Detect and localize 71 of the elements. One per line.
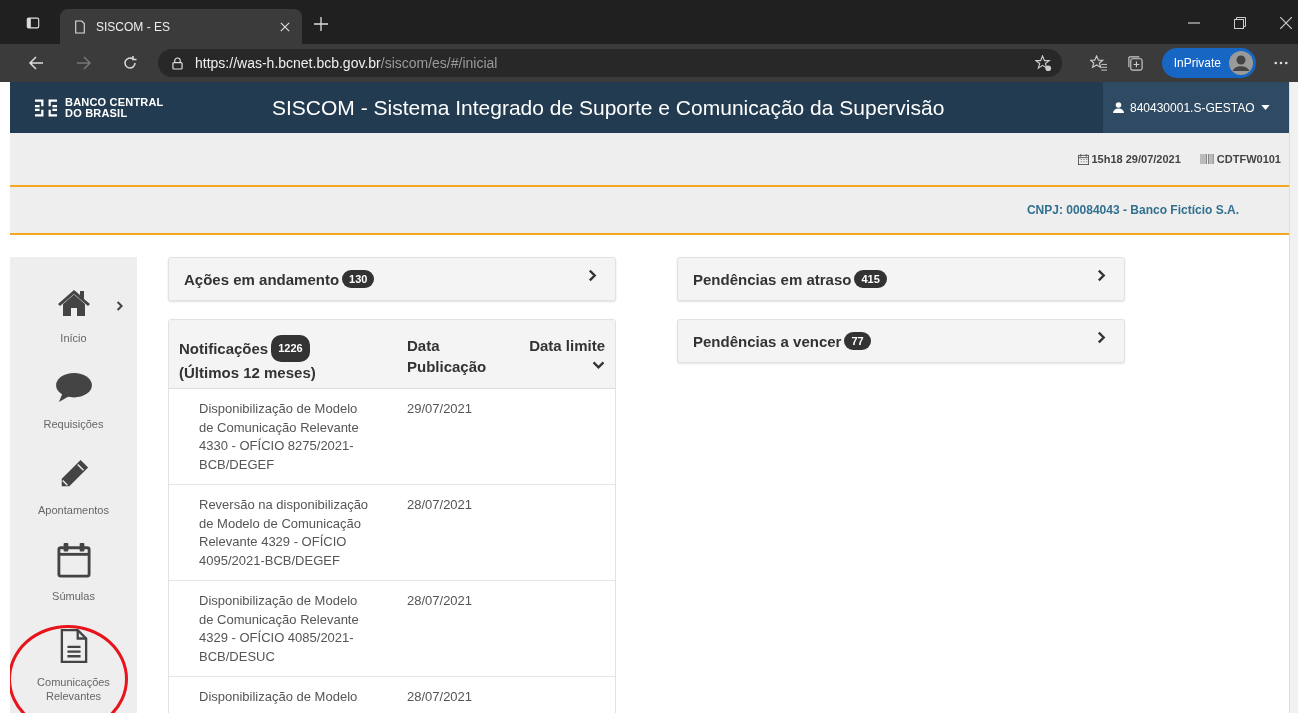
notification-row[interactable]: Disponibilização de Modelo de Comunicação Relevante 4330 - OFÍCIO 8275/2021-BCB/DEGEF 29/07/2021 xyxy=(169,389,615,485)
sidebar-item[interactable]: Súmulas xyxy=(10,541,137,627)
favorites-icon[interactable] xyxy=(1089,54,1107,72)
chevron-right-icon xyxy=(588,268,597,282)
chevron-right-icon xyxy=(1097,330,1106,344)
new-tab-icon[interactable] xyxy=(314,16,328,31)
refresh-icon[interactable] xyxy=(122,55,138,71)
panel-title: Ações em andamento xyxy=(184,270,340,288)
tab-actions-icon[interactable] xyxy=(26,15,40,30)
barcode-icon xyxy=(1199,154,1214,164)
notifications-title: Notificações xyxy=(179,339,269,359)
restore-icon[interactable] xyxy=(1234,16,1246,29)
publication-date: 29/07/2021 xyxy=(407,400,473,418)
notification-row[interactable]: Disponibilização de Modelo 28/07/2021 xyxy=(169,677,615,713)
document-icon xyxy=(59,628,88,664)
publication-date: 28/07/2021 xyxy=(407,592,473,610)
column-header: Data Publicação xyxy=(407,336,488,377)
collapsible-panel[interactable]: Pendências em atraso 415 xyxy=(677,257,1125,301)
inprivate-button[interactable]: InPrivate xyxy=(1161,48,1256,78)
notification-text: Disponibilização de Modelo xyxy=(199,688,359,706)
count-badge: 77 xyxy=(844,332,871,350)
column-header[interactable]: Data limite xyxy=(529,335,605,356)
sidebar-item[interactable]: Comunicações Relevantes xyxy=(10,627,137,713)
sidebar-item[interactable]: Requisições xyxy=(10,369,137,455)
forward-icon[interactable] xyxy=(76,55,92,71)
sidebar-item[interactable]: Apontamentos xyxy=(10,455,137,541)
lock-icon xyxy=(172,56,183,70)
publication-date: 28/07/2021 xyxy=(407,688,473,706)
back-icon[interactable] xyxy=(28,55,44,71)
close-icon[interactable] xyxy=(1280,16,1292,29)
favorite-star-icon[interactable] xyxy=(1034,54,1052,72)
chevron-down-icon[interactable] xyxy=(592,361,605,370)
app-title: SISCOM - Sistema Integrado de Suporte e Comunicação da Supervisão xyxy=(272,95,946,120)
caret-icon xyxy=(1260,105,1270,110)
user-icon xyxy=(1113,102,1124,113)
close-icon[interactable] xyxy=(280,21,290,32)
scrollbar[interactable] xyxy=(1289,82,1298,713)
screen-code: CDTFW0101 xyxy=(1216,153,1281,165)
browser-tab[interactable]: SISCOM - ES xyxy=(60,9,302,44)
date-time: 15h18 29/07/2021 xyxy=(1091,153,1181,165)
panel-title: Pendências em atraso xyxy=(693,270,852,288)
notification-row[interactable]: Disponibilização de Modelo de Comunicação Relevante 4329 - OFÍCIO 4085/2021-BCB/DESUC 28/07/2021 xyxy=(169,581,615,677)
home-icon xyxy=(56,288,91,316)
publication-date: 28/07/2021 xyxy=(407,496,473,514)
collapsible-panel[interactable]: Ações em andamento 130 xyxy=(168,257,616,301)
more-icon[interactable] xyxy=(1274,61,1288,65)
notifications-period: (Últimos 12 meses) xyxy=(179,363,317,383)
address-field[interactable]: https://was-h.bcnet.bcb.gov.br/siscom/es/#/inicial xyxy=(158,49,1062,77)
count-badge: 1226 xyxy=(271,335,310,362)
notification-text: Reversão na disponibilização de Modelo de Comunicação Relevante 4329 - OFÍCIO 4095/2021-BCB/DEGEF xyxy=(199,496,370,570)
calendar-icon xyxy=(56,542,91,578)
chevron-right-icon xyxy=(1097,268,1106,282)
chevron-right-icon[interactable] xyxy=(116,301,124,311)
sidebar-item[interactable]: Início xyxy=(10,283,137,369)
collapsible-panel[interactable]: Pendências a vencer 77 xyxy=(677,319,1125,363)
notification-text: Disponibilização de Modelo de Comunicação Relevante 4329 - OFÍCIO 4085/2021-BCB/DESUC xyxy=(199,592,360,666)
url-text: https://was-h.bcnet.bcb.gov.br/siscom/es/#/inicial xyxy=(195,55,498,71)
page-icon xyxy=(74,19,86,34)
user-menu-button[interactable]: 840430001.S-GESTAO xyxy=(1103,82,1289,133)
bank-name: BANCO CENTRAL DO BRASIL xyxy=(65,96,164,119)
calendar-icon xyxy=(1077,153,1089,165)
count-badge: 130 xyxy=(342,270,375,288)
notification-row[interactable]: Reversão na disponibilização de Modelo de Comunicação Relevante 4329 - OFÍCIO 4095/2021-BCB/DEGEF 28/07/2021 xyxy=(169,485,615,581)
tab-title: SISCOM - ES xyxy=(96,19,171,34)
notification-text: Disponibilização de Modelo de Comunicação Relevante 4330 - OFÍCIO 8275/2021-BCB/DEGEF xyxy=(199,400,360,474)
collections-icon[interactable] xyxy=(1126,54,1144,72)
panel-title: Pendências a vencer xyxy=(693,332,842,350)
speech-bubble-icon xyxy=(54,372,93,404)
entity-name: CNPJ: 00084043 - Banco Fictício S.A. xyxy=(1026,203,1239,217)
avatar-icon xyxy=(1229,51,1253,75)
count-badge: 415 xyxy=(854,270,887,288)
